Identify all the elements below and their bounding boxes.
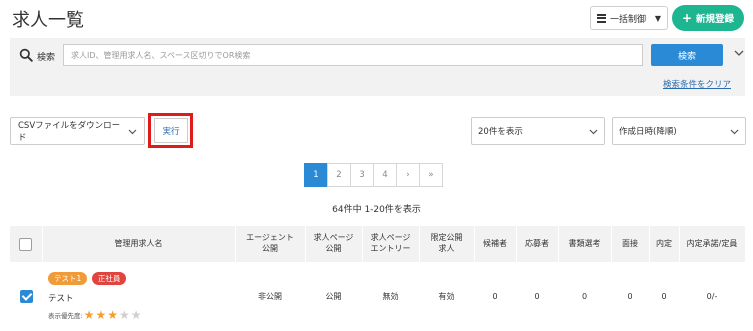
col-job-page-entry[interactable]: 求人ページ エントリー bbox=[362, 226, 420, 262]
page-4-button[interactable]: 4 bbox=[373, 163, 397, 187]
csv-action-value: CSVファイルをダウンロード bbox=[18, 121, 121, 143]
chevron-down-icon bbox=[730, 129, 739, 134]
search-panel: 検索 求人ID、管理用求人名、スペース区切りでOR検索 検索 検索条件をクリア bbox=[10, 38, 745, 96]
col-applicants[interactable]: 応募者 bbox=[516, 226, 559, 262]
col-job-page-entry-line1: 求人ページ bbox=[370, 233, 411, 243]
plus-icon: + bbox=[681, 11, 693, 25]
search-label: 検索 bbox=[37, 53, 56, 63]
col-job-name[interactable]: 管理用求人名 bbox=[42, 226, 236, 262]
tag-badge: テスト1 bbox=[48, 272, 88, 286]
job-name-cell: テスト1 正社員 テスト 表示優先度: ★★★★★ bbox=[42, 262, 235, 331]
table-header-row: 管理用求人名 エージェント 公開 求人ページ 公開 求人ページ エントリー 限定公開求… bbox=[10, 226, 746, 262]
row-checkbox[interactable] bbox=[19, 290, 33, 304]
select-all-checkbox[interactable] bbox=[19, 237, 33, 251]
chevron-down-icon[interactable] bbox=[734, 47, 744, 59]
col-screening[interactable]: 書類選考 bbox=[558, 226, 612, 262]
job-name-link[interactable]: テスト bbox=[48, 292, 235, 304]
offer-rate-cell: 0/- bbox=[679, 262, 745, 331]
col-offer-rate[interactable]: 内定承諾/定員 bbox=[679, 226, 746, 262]
priority-rating: 表示優先度: ★★★★★ bbox=[48, 309, 235, 321]
search-button[interactable]: 検索 bbox=[651, 44, 723, 66]
offer-cell: 0 bbox=[649, 262, 679, 331]
bulk-control-label: 一括制御 bbox=[610, 14, 647, 25]
pagination: 1 2 3 4 › » bbox=[304, 163, 443, 187]
candidates-cell: 0 bbox=[474, 262, 516, 331]
badge-list: テスト1 正社員 bbox=[48, 272, 235, 286]
search-input[interactable]: 求人ID、管理用求人名、スペース区切りでOR検索 bbox=[63, 44, 643, 66]
col-candidates[interactable]: 候補者 bbox=[474, 226, 517, 262]
star-icon: ★ bbox=[130, 308, 142, 323]
table-row[interactable]: テスト1 正社員 テスト 表示優先度: ★★★★★ 非公開 公開 無効 有効 0… bbox=[10, 262, 745, 331]
page-3-button[interactable]: 3 bbox=[350, 163, 374, 187]
col-limited-public-line2: 求人 bbox=[438, 244, 455, 253]
next-page-button[interactable]: › bbox=[396, 163, 420, 187]
new-registration-label: 新規登録 bbox=[696, 14, 735, 25]
csv-action-select[interactable]: CSVファイルをダウンロード bbox=[10, 117, 145, 145]
col-job-page-public-line2: 公開 bbox=[325, 244, 342, 253]
screening-cell: 0 bbox=[558, 262, 611, 331]
interview-cell: 0 bbox=[611, 262, 649, 331]
priority-stars: ★★★★★ bbox=[83, 309, 142, 321]
sort-order-select[interactable]: 作成日時(降順) bbox=[612, 117, 746, 145]
chevron-down-icon bbox=[128, 129, 137, 134]
job-page-entry-cell: 無効 bbox=[362, 262, 419, 331]
star-icon: ★ bbox=[119, 308, 130, 323]
star-icon: ★ bbox=[83, 308, 95, 323]
agent-public-cell: 非公開 bbox=[235, 262, 305, 331]
col-agent-public-line2: 公開 bbox=[262, 244, 278, 253]
new-registration-button[interactable]: + 新規登録 bbox=[672, 5, 744, 31]
col-limited-public-line1: 限定公開 bbox=[430, 233, 463, 243]
row-select-cell bbox=[10, 262, 42, 331]
col-job-page-public-line1: 求人ページ bbox=[313, 233, 354, 243]
per-page-select[interactable]: 20件を表示 bbox=[471, 117, 605, 145]
last-page-button[interactable]: » bbox=[419, 163, 443, 187]
page-1-button[interactable]: 1 bbox=[304, 163, 328, 187]
search-icon bbox=[19, 48, 33, 62]
clear-search-conditions-link[interactable]: 検索条件をクリア bbox=[663, 78, 731, 90]
per-page-value: 20件を表示 bbox=[478, 127, 523, 137]
execute-button[interactable]: 実行 bbox=[154, 118, 188, 143]
page-title: 求人一覧 bbox=[12, 10, 84, 31]
list-icon bbox=[597, 13, 606, 23]
applicants-cell: 0 bbox=[516, 262, 558, 331]
result-count: 64件中 1-20件を表示 bbox=[332, 205, 421, 215]
col-agent-public-line1: エージェント bbox=[246, 233, 294, 243]
select-all-cell bbox=[10, 226, 43, 262]
job-page-public-cell: 公開 bbox=[305, 262, 362, 331]
chevron-down-icon bbox=[589, 129, 598, 134]
col-job-page-entry-line2: エントリー bbox=[370, 244, 411, 253]
search-placeholder: 求人ID、管理用求人名、スペース区切りでOR検索 bbox=[71, 50, 251, 60]
star-icon: ★ bbox=[95, 308, 107, 323]
col-offer[interactable]: 内定 bbox=[649, 226, 680, 262]
col-agent-public[interactable]: エージェント 公開 bbox=[235, 226, 306, 262]
page-2-button[interactable]: 2 bbox=[327, 163, 351, 187]
col-interview[interactable]: 面接 bbox=[611, 226, 650, 262]
priority-label: 表示優先度: bbox=[48, 312, 83, 321]
col-job-page-public[interactable]: 求人ページ 公開 bbox=[305, 226, 363, 262]
bulk-control-dropdown[interactable]: 一括制御 ▼ bbox=[590, 6, 668, 30]
sort-order-value: 作成日時(降順) bbox=[619, 127, 677, 137]
job-table: 管理用求人名 エージェント 公開 求人ページ 公開 求人ページ エントリー 限定公開求… bbox=[10, 226, 746, 331]
employment-type-badge: 正社員 bbox=[91, 272, 127, 286]
star-icon: ★ bbox=[107, 308, 118, 323]
limited-public-cell: 有効 bbox=[419, 262, 474, 331]
caret-down-icon: ▼ bbox=[654, 13, 661, 23]
col-limited-public[interactable]: 限定公開 求人 bbox=[419, 226, 475, 262]
